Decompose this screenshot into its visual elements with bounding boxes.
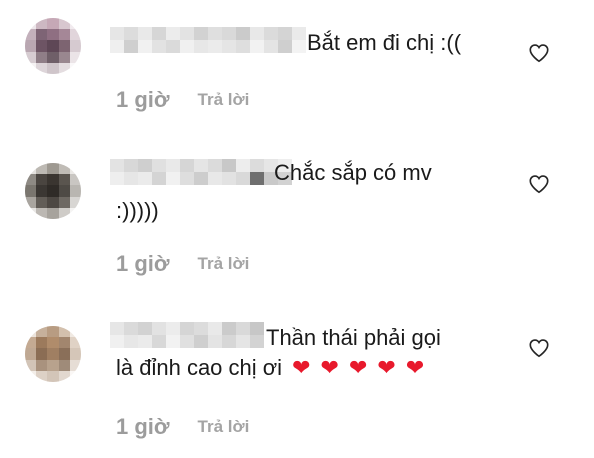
comment-text-line: Thần thái phải gọi: [266, 325, 441, 350]
username-blurred[interactable]: [110, 159, 292, 185]
avatar[interactable]: [25, 326, 81, 382]
reply-button[interactable]: Trả lời: [198, 90, 250, 110]
username-blurred[interactable]: [110, 322, 264, 348]
comment-meta: 1 giờ Trả lời: [116, 414, 249, 440]
heart-emoji: ❤: [405, 355, 425, 380]
comment-meta: 1 giờ Trả lời: [116, 251, 249, 277]
heart-emoji: ❤: [377, 355, 396, 380]
comment-text: là đỉnh cao chị ơi ❤ ❤ ❤ ❤ ❤: [116, 353, 519, 383]
username-blurred[interactable]: [110, 27, 306, 53]
heart-outline-icon[interactable]: [528, 173, 550, 195]
comment-time: 1 giờ: [116, 414, 170, 439]
comment-text-line: :))))): [116, 198, 159, 223]
comment-text: Bắt em đi chị :((: [307, 28, 519, 58]
heart-outline-icon[interactable]: [528, 42, 550, 64]
avatar[interactable]: [25, 163, 81, 219]
comment-meta: 1 giờ Trả lời: [116, 87, 249, 113]
avatar[interactable]: [25, 18, 81, 74]
comment-text: Thần thái phải gọi: [266, 323, 519, 353]
comment-text: :))))): [116, 196, 519, 226]
comment-text: Chắc sắp có mv: [274, 158, 519, 188]
reply-button[interactable]: Trả lời: [198, 254, 250, 274]
heart-emoji: ❤: [292, 355, 311, 380]
heart-emoji: ❤: [348, 355, 368, 380]
reply-button[interactable]: Trả lời: [198, 417, 250, 437]
heart-outline-icon[interactable]: [528, 337, 550, 359]
heart-emoji: ❤: [320, 355, 339, 380]
comment-text-line: Bắt em đi chị :((: [307, 30, 462, 55]
comment-time: 1 giờ: [116, 87, 170, 112]
comment-time: 1 giờ: [116, 251, 170, 276]
comment-text-line: Chắc sắp có mv: [274, 160, 432, 185]
comment-text-line: là đỉnh cao chị ơi: [116, 355, 283, 380]
